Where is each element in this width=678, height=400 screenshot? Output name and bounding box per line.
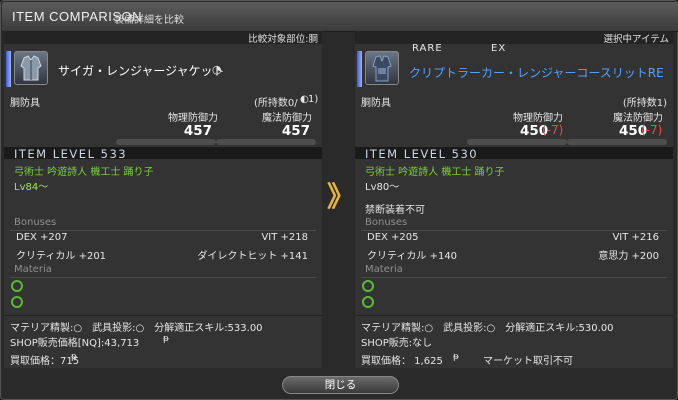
- materia-label: Materia: [14, 264, 52, 275]
- magic-defense-bar: [216, 139, 316, 145]
- owned-hq-count: 1): [308, 94, 319, 105]
- shop-price: SHOP販売:なし: [361, 338, 433, 349]
- rare-tag: RARE: [412, 43, 443, 54]
- materia-divider: [10, 277, 316, 278]
- magic-defense-bar: [567, 139, 667, 145]
- bonus-stat: DEX +205: [367, 232, 419, 243]
- magic-defense-label: 魔法防御力: [262, 113, 312, 124]
- bonuses-divider: [10, 230, 316, 231]
- panel-header: 選択中アイテム: [355, 31, 673, 45]
- required-level: Lv84〜: [14, 182, 49, 193]
- physical-defense-bar: [467, 139, 567, 145]
- magic-defense-diff: (-7): [641, 123, 663, 137]
- materia-label: Materia: [365, 264, 403, 275]
- materia-socket-icon[interactable]: [11, 296, 23, 308]
- item-level: ITEM LEVEL 533: [14, 147, 128, 161]
- item-name: クリプトラーカー・レンジャーコースリットRE: [409, 66, 664, 80]
- physical-defense-diff: (-7): [542, 123, 564, 137]
- rarity-bar: [6, 51, 11, 87]
- materia-socket-icon[interactable]: [362, 280, 374, 292]
- comparison-window: ITEM COMPARISON 装備詳細を比較 比較対象部位:胴 サイガ・レンジ…: [0, 0, 678, 400]
- ex-tag: EX: [491, 43, 507, 54]
- materia-divider: [361, 277, 667, 278]
- sell-price: 買取価格：715: [10, 356, 80, 367]
- gil-icon: ᵽ: [453, 352, 460, 362]
- required-level: Lv80〜: [365, 182, 400, 193]
- owned-count: (所持数1): [622, 98, 667, 109]
- item-name: サイガ・レンジャージャケット: [58, 64, 225, 78]
- title-bar[interactable]: ITEM COMPARISON 装備詳細を比較: [2, 2, 678, 32]
- materia-socket-icon[interactable]: [362, 296, 374, 308]
- bonus-stat: クリティカル +140: [367, 251, 458, 262]
- bonus-stat: VIT +218: [261, 232, 308, 243]
- item-category: 胴防具: [10, 98, 40, 109]
- item-category: 胴防具: [361, 98, 391, 109]
- job-list: 弓術士 吟遊詩人 機工士 踊り子: [14, 167, 154, 178]
- sell-price: 買取価格： 1,625: [361, 356, 443, 367]
- window-subtitle: 装備詳細を比較: [114, 15, 184, 26]
- rarity-bar: [357, 51, 362, 87]
- section-divider: [4, 315, 322, 316]
- bonus-stat: VIT +216: [612, 232, 659, 243]
- gil-icon: ᵽ: [163, 334, 170, 344]
- jacket-icon[interactable]: [14, 51, 48, 85]
- panel-header-label: 比較対象部位:胴: [248, 34, 318, 45]
- shop-price: SHOP販売価格[NQ]:43,713: [10, 338, 140, 349]
- bonuses-divider: [361, 230, 667, 231]
- physical-defense-value: 457: [183, 123, 212, 139]
- job-list: 弓術士 吟遊詩人 機工士 踊り子: [365, 167, 505, 178]
- bonuses-label: Bonuses: [365, 217, 408, 228]
- bonus-stat: クリティカル +201: [16, 251, 107, 262]
- bonus-stat: ダイレクトヒット +141: [197, 251, 308, 262]
- market-note: マーケット取引不可: [483, 356, 573, 367]
- panel-header-label: 選択中アイテム: [603, 34, 669, 45]
- magic-defense-label: 魔法防御力: [613, 113, 663, 124]
- spiritbond-icon: ◔: [212, 63, 222, 76]
- item-level: ITEM LEVEL 530: [365, 147, 479, 161]
- selected-item-panel: 選択中アイテム RARE EX クリプトラーカー・レンジャーコースリットRE 胴…: [355, 31, 673, 368]
- repair-info: マテリア精製:○ 武具投影:○ 分解適正スキル:533.00: [10, 323, 263, 334]
- compare-arrow-icon: 》: [327, 180, 356, 213]
- restriction-note: 禁断装着不可: [365, 205, 425, 216]
- magic-defense-value: 457: [281, 123, 310, 139]
- physical-defense-label: 物理防御力: [513, 113, 563, 124]
- bonus-stat: DEX +207: [16, 232, 68, 243]
- compared-item-panel: 比較対象部位:胴 サイガ・レンジャージャケット ◔ 胴防具 (所持数0/ ◐ 1…: [4, 31, 322, 368]
- bonus-stat: 意思力 +200: [598, 251, 659, 262]
- coat-icon[interactable]: [365, 51, 399, 85]
- physical-defense-label: 物理防御力: [168, 113, 218, 124]
- panel-header: 比較対象部位:胴: [4, 31, 322, 45]
- physical-defense-bar: [116, 139, 216, 145]
- materia-socket-icon[interactable]: [11, 280, 23, 292]
- section-divider: [355, 315, 673, 316]
- bonuses-label: Bonuses: [14, 217, 57, 228]
- gil-icon: ᵽ: [71, 352, 78, 362]
- repair-info: マテリア精製:○ 武具投影:○ 分解適正スキル:530.00: [361, 323, 614, 334]
- close-button[interactable]: 閉じる: [282, 376, 399, 394]
- owned-count: (所持数0/: [254, 98, 298, 109]
